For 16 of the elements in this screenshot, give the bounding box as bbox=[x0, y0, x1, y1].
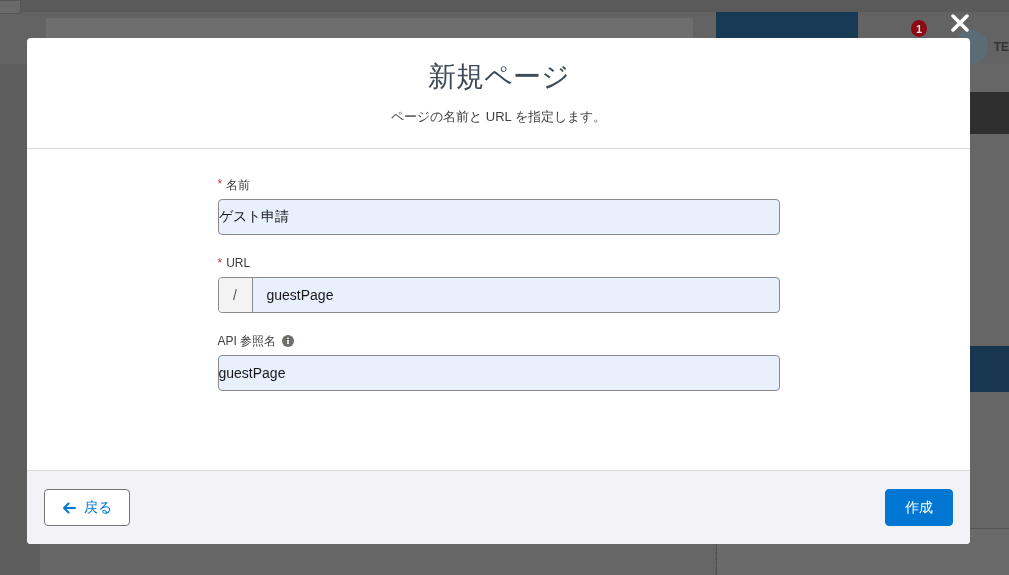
text-field[interactable]: guestPage bbox=[217, 355, 780, 391]
arrow-left-icon bbox=[62, 501, 76, 514]
text-field[interactable]: ゲスト申請 bbox=[217, 199, 780, 235]
create-button[interactable]: 作成 bbox=[885, 489, 953, 526]
field-label: * URL bbox=[217, 256, 251, 270]
info-icon[interactable] bbox=[282, 335, 295, 347]
field-label: * 名前 bbox=[217, 176, 251, 194]
url-field[interactable]: / guestPage bbox=[217, 277, 780, 313]
notification-badge: 1 bbox=[910, 20, 928, 37]
close-icon[interactable] bbox=[951, 14, 969, 32]
modal-subtitle: ページの名前と URL を指定します。 bbox=[391, 108, 606, 126]
back-button[interactable]: 戻る bbox=[44, 489, 130, 526]
url-prefix: / bbox=[218, 278, 253, 312]
modal-title: 新規ページ bbox=[427, 60, 570, 94]
field-value: guestPage bbox=[265, 287, 334, 303]
field-label: API 参照名 bbox=[217, 332, 277, 350]
